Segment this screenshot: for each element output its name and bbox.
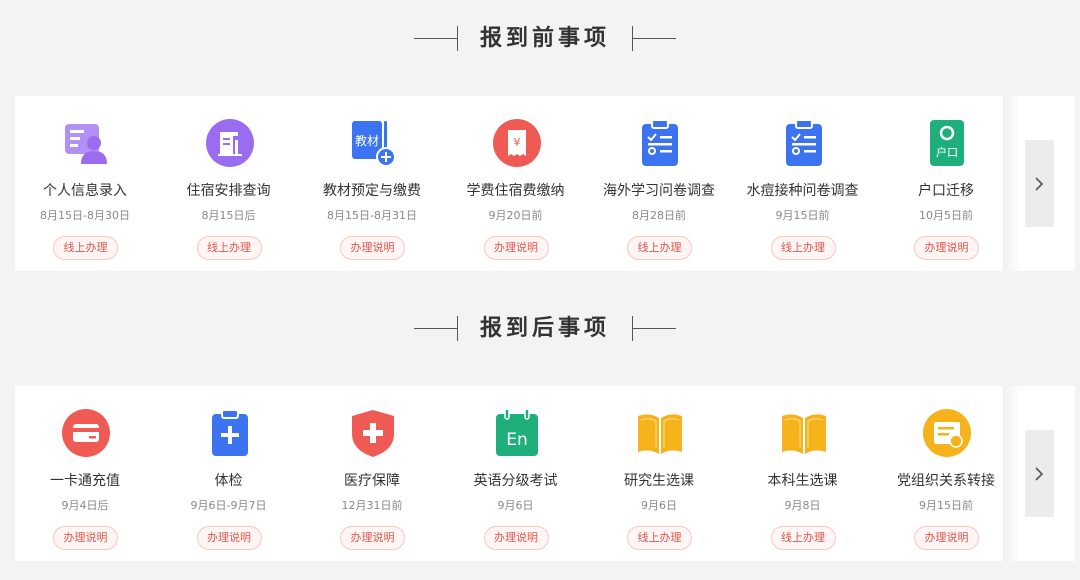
item-date: 9月6日 <box>641 499 677 512</box>
before-items-list: 个人信息录入 8月15日-8月30日 线上办理 住宿安排查询 8月15日后 线上… <box>15 96 1005 271</box>
service-item[interactable]: 医疗保障 12月31日前 办理说明 <box>302 386 442 561</box>
transfer-document-icon <box>922 408 972 458</box>
item-name: 体检 <box>214 473 243 489</box>
service-item[interactable]: 海外学习问卷调查 8月28日前 线上办理 <box>589 96 729 271</box>
item-date: 8月15日-8月31日 <box>327 209 417 222</box>
service-item[interactable]: 户口 户口迁移 10月5日前 办理说明 <box>876 96 1016 271</box>
section-title-before: 报到前事项 <box>0 24 1080 54</box>
item-action-button[interactable]: 线上办理 <box>53 236 118 260</box>
hukou-id-icon: 户口 <box>922 118 972 168</box>
svg-text:教材: 教材 <box>355 133 379 148</box>
service-item[interactable]: 党组织关系转接 9月15日前 办理说明 <box>876 386 1016 561</box>
svg-text:户口: 户口 <box>936 145 958 159</box>
item-name: 研究生选课 <box>624 473 694 489</box>
after-next-button[interactable] <box>1025 430 1054 517</box>
open-book-icon <box>779 408 829 458</box>
item-action-button[interactable]: 线上办理 <box>627 526 692 550</box>
item-date: 9月15日前 <box>775 209 830 222</box>
english-calendar-icon: En <box>492 408 542 458</box>
user-info-card-icon <box>61 118 111 168</box>
before-items-card: 个人信息录入 8月15日-8月30日 线上办理 住宿安排查询 8月15日后 线上… <box>15 96 1075 271</box>
service-item[interactable]: 住宿安排查询 8月15日后 线上办理 <box>159 96 299 271</box>
item-name: 学费住宿费缴纳 <box>466 183 565 199</box>
service-item[interactable]: 一卡通充值 9月4日后 办理说明 <box>15 386 155 561</box>
chevron-right-icon <box>1035 177 1044 191</box>
item-action-button[interactable]: 办理说明 <box>340 526 405 550</box>
item-date: 9月8日 <box>784 499 821 512</box>
item-name: 海外学习问卷调查 <box>603 183 715 199</box>
item-date: 9月6日 <box>497 499 534 512</box>
item-name: 一卡通充值 <box>50 473 120 489</box>
item-action-button[interactable]: 线上办理 <box>196 236 262 260</box>
medical-shield-icon <box>348 408 398 458</box>
after-items-card: 一卡通充值 9月4日后 办理说明 体检 9月6日-9月7日 办理说明 医疗保障 … <box>15 386 1075 561</box>
open-book-icon <box>635 408 685 458</box>
title-line-left <box>414 38 458 39</box>
item-date: 10月5日前 <box>919 209 973 222</box>
svg-text:En: En <box>506 430 528 450</box>
dorm-document-icon <box>205 118 255 168</box>
item-action-button[interactable]: 办理说明 <box>914 526 979 550</box>
item-action-button[interactable]: 办理说明 <box>340 236 405 260</box>
before-next-button[interactable] <box>1025 140 1054 227</box>
item-name: 本科生选课 <box>767 473 838 489</box>
item-date: 8月28日前 <box>632 209 686 222</box>
service-item[interactable]: En 英语分级考试 9月6日 办理说明 <box>446 386 586 561</box>
service-item[interactable]: 本科生选课 9月8日 线上办理 <box>733 386 873 561</box>
card-icon <box>61 408 111 458</box>
item-action-button[interactable]: 线上办理 <box>770 526 836 550</box>
after-items-list: 一卡通充值 9月4日后 办理说明 体检 9月6日-9月7日 办理说明 医疗保障 … <box>15 386 1005 561</box>
item-action-button[interactable]: 办理说明 <box>53 526 118 550</box>
item-action-button[interactable]: 办理说明 <box>483 526 549 550</box>
item-action-button[interactable]: 办理说明 <box>483 236 549 260</box>
item-date: 9月15日前 <box>919 499 973 512</box>
title-line-left <box>414 328 458 329</box>
title-line-right <box>632 328 676 329</box>
item-date: 9月20日前 <box>488 209 543 222</box>
item-name: 医疗保障 <box>344 473 400 489</box>
item-name: 水痘接种问卷调查 <box>746 183 859 199</box>
item-action-button[interactable]: 办理说明 <box>914 236 979 260</box>
section-heading: 报到前事项 <box>479 26 610 51</box>
section-heading: 报到后事项 <box>479 316 610 341</box>
service-item[interactable]: 研究生选课 9月6日 线上办理 <box>589 386 729 561</box>
item-name: 党组织关系转接 <box>897 473 995 489</box>
svg-text:¥: ¥ <box>513 136 520 149</box>
service-item[interactable]: 个人信息录入 8月15日-8月30日 线上办理 <box>15 96 155 271</box>
service-item[interactable]: 水痘接种问卷调查 9月15日前 线上办理 <box>733 96 873 271</box>
item-date: 8月15日-8月30日 <box>40 209 130 222</box>
item-name: 英语分级考试 <box>473 473 558 489</box>
item-name: 个人信息录入 <box>43 183 127 199</box>
medical-clipboard-icon <box>205 408 255 458</box>
scroll-fade <box>1003 96 1021 271</box>
title-tick-left <box>457 316 458 341</box>
textbook-add-icon: 教材 <box>348 118 398 168</box>
item-action-button[interactable]: 线上办理 <box>627 236 692 260</box>
yuan-receipt-icon: ¥ <box>492 118 542 168</box>
item-date: 8月15日后 <box>201 209 256 222</box>
title-tick-left <box>457 26 458 51</box>
section-title-after: 报到后事项 <box>0 314 1080 344</box>
item-action-button[interactable]: 办理说明 <box>196 526 262 550</box>
item-date: 12月31日前 <box>341 499 403 512</box>
service-item[interactable]: ¥ 学费住宿费缴纳 9月20日前 办理说明 <box>446 96 586 271</box>
item-name: 户口迁移 <box>918 183 974 199</box>
item-date: 9月6日-9月7日 <box>190 499 267 512</box>
item-name: 教材预定与缴费 <box>323 183 421 199</box>
clipboard-checklist-icon <box>779 118 829 168</box>
scroll-fade <box>1003 386 1021 561</box>
item-date: 9月4日后 <box>61 499 109 512</box>
title-line-right <box>632 38 676 39</box>
item-name: 住宿安排查询 <box>186 183 271 199</box>
item-action-button[interactable]: 线上办理 <box>770 236 836 260</box>
service-item[interactable]: 教材 教材预定与缴费 8月15日-8月31日 办理说明 <box>302 96 442 271</box>
chevron-right-icon <box>1035 467 1044 481</box>
service-item[interactable]: 体检 9月6日-9月7日 办理说明 <box>159 386 299 561</box>
clipboard-checklist-icon <box>635 118 685 168</box>
